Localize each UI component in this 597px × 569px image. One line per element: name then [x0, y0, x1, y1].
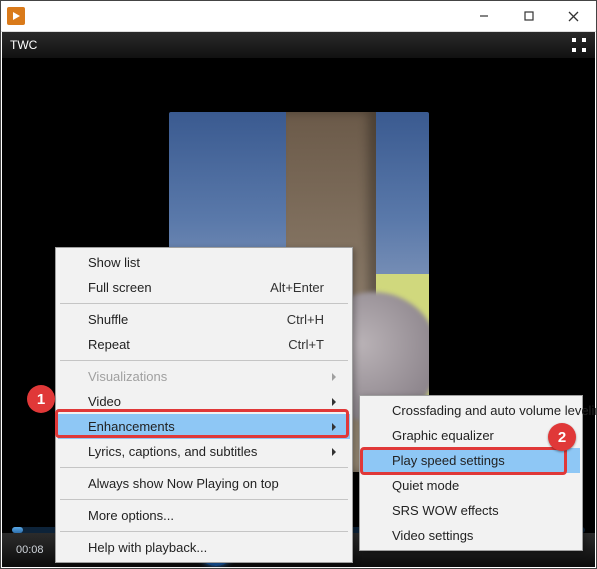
- media-title: TWC: [10, 38, 37, 52]
- menu-shuffle[interactable]: ShuffleCtrl+H: [58, 307, 350, 332]
- menu-always-on-top[interactable]: Always show Now Playing on top: [58, 471, 350, 496]
- menu-show-list[interactable]: Show list: [58, 250, 350, 275]
- now-playing-bar: TWC: [2, 32, 595, 58]
- menu-help[interactable]: Help with playback...: [58, 535, 350, 560]
- submenu-quiet-mode[interactable]: Quiet mode: [362, 473, 580, 498]
- switch-view-icon[interactable]: [571, 37, 587, 53]
- submenu-crossfading[interactable]: Crossfading and auto volume leveling: [362, 398, 580, 423]
- titlebar: [1, 1, 596, 32]
- maximize-button[interactable]: [506, 1, 551, 31]
- close-button[interactable]: [551, 1, 596, 31]
- app-window: TWC 00:08 Show list Full screenAlt+Enter…: [0, 0, 597, 569]
- submenu-play-speed[interactable]: Play speed settings: [362, 448, 580, 473]
- context-menu: Show list Full screenAlt+Enter ShuffleCt…: [55, 247, 353, 563]
- elapsed-time: 00:08: [16, 544, 50, 556]
- menu-lyrics[interactable]: Lyrics, captions, and subtitles: [58, 439, 350, 464]
- menu-repeat[interactable]: RepeatCtrl+T: [58, 332, 350, 357]
- menu-more-options[interactable]: More options...: [58, 503, 350, 528]
- app-icon: [7, 7, 25, 25]
- menu-video[interactable]: Video: [58, 389, 350, 414]
- submenu-srs-wow[interactable]: SRS WOW effects: [362, 498, 580, 523]
- enhancements-submenu: Crossfading and auto volume leveling Gra…: [359, 395, 583, 551]
- menu-full-screen[interactable]: Full screenAlt+Enter: [58, 275, 350, 300]
- annotation-badge-2: 2: [548, 423, 576, 451]
- annotation-badge-1: 1: [27, 385, 55, 413]
- menu-enhancements[interactable]: Enhancements: [58, 414, 350, 439]
- minimize-button[interactable]: [461, 1, 506, 31]
- menu-visualizations: Visualizations: [58, 364, 350, 389]
- submenu-video-settings[interactable]: Video settings: [362, 523, 580, 548]
